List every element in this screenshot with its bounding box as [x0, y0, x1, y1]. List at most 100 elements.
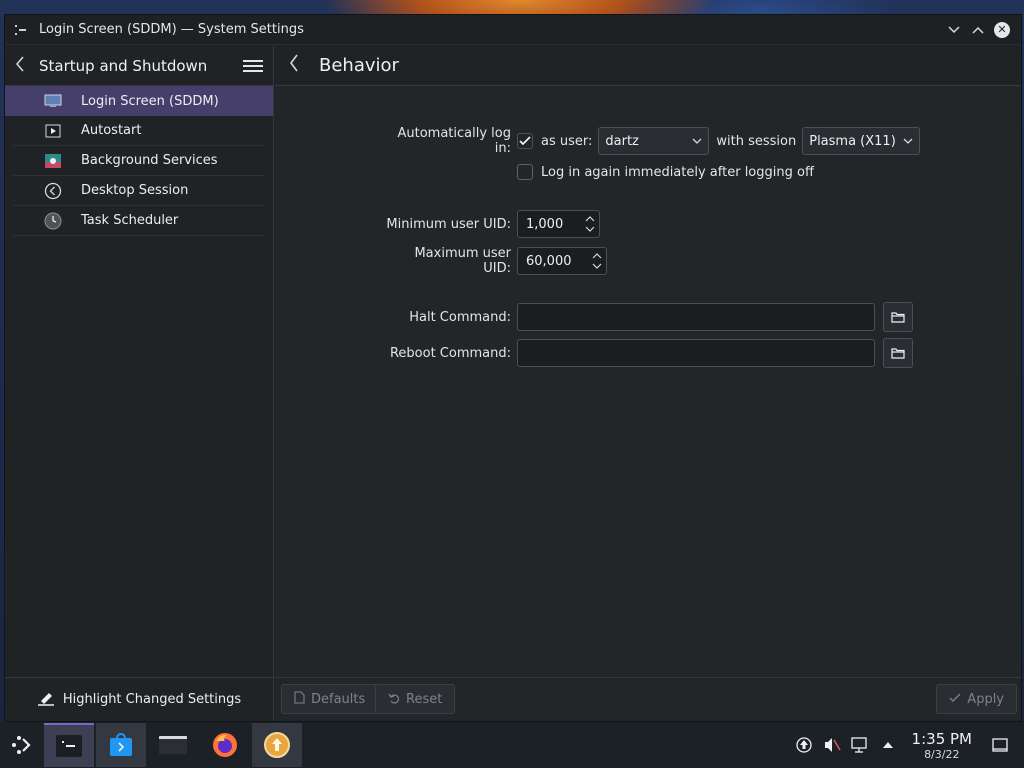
page-title: Behavior [319, 55, 399, 76]
highlight-changed-settings-label: Highlight Changed Settings [62, 692, 242, 707]
spin-arrows-icon[interactable] [585, 214, 595, 234]
max-uid-value: 60,000 [526, 253, 572, 269]
session-icon [43, 182, 63, 200]
document-icon [294, 691, 305, 707]
sidebar-item-label: Desktop Session [81, 183, 189, 198]
apply-label: Apply [967, 691, 1004, 707]
relogin-row: Log in again immediately after logging o… [517, 164, 814, 180]
sidebar-item-autostart[interactable]: Autostart [13, 116, 265, 146]
taskbar-system-settings[interactable] [44, 723, 94, 767]
min-uid-value: 1,000 [526, 216, 564, 232]
close-icon: ✕ [994, 21, 1010, 38]
halt-command-row: Halt Command: [383, 302, 913, 332]
autologin-label: Automatically log in: [397, 126, 511, 156]
taskbar-firefox[interactable] [200, 723, 250, 767]
updates-tray-icon[interactable] [790, 737, 818, 753]
defaults-button[interactable]: Defaults [281, 684, 379, 714]
firefox-icon [213, 733, 237, 757]
reboot-command-row: Reboot Command: [383, 338, 913, 368]
reboot-command-input[interactable] [517, 339, 875, 367]
apply-button[interactable]: Apply [936, 684, 1017, 714]
sidebar-item-label: Task Scheduler [81, 213, 179, 228]
min-uid-spinbox[interactable]: 1,000 [517, 210, 600, 238]
launcher-icon [12, 736, 31, 754]
minimize-button[interactable] [943, 19, 965, 41]
update-icon [264, 732, 290, 758]
as-user-label: as user: [541, 133, 593, 149]
taskbar-updater[interactable] [252, 723, 302, 767]
clock-icon [43, 212, 63, 230]
sidebar-heading: Startup and Shutdown [39, 56, 208, 75]
action-bar: Defaults Reset Apply [275, 677, 1021, 721]
taskbar-file-manager[interactable] [148, 723, 198, 767]
sidebar-item-background-services[interactable]: Background Services [13, 146, 265, 176]
max-uid-row: Maximum user UID: 60,000 [383, 246, 607, 276]
reset-label: Reset [406, 691, 443, 707]
discover-store-icon [110, 733, 132, 756]
sidebar-item-label: Autostart [81, 123, 142, 138]
user-select[interactable]: dartz [598, 127, 710, 155]
session-select-value: Plasma (X11) [809, 133, 896, 149]
volume-muted-icon[interactable] [818, 737, 846, 753]
sidebar-item-login-screen[interactable]: Login Screen (SDDM) [5, 86, 273, 116]
halt-command-input[interactable] [517, 303, 875, 331]
relogin-label: Log in again immediately after logging o… [541, 164, 814, 180]
checkmark-icon [519, 136, 531, 146]
relogin-checkbox[interactable] [517, 164, 533, 180]
undo-icon [388, 692, 400, 707]
highlight-changed-settings-button[interactable]: Highlight Changed Settings [5, 677, 273, 721]
monitor-icon [43, 92, 63, 110]
system-settings-app-icon [13, 22, 29, 38]
system-tray: 1:35 PM 8/3/22 [790, 722, 1024, 768]
services-icon [43, 152, 63, 170]
show-desktop-icon[interactable] [986, 738, 1014, 752]
clock-time: 1:35 PM [911, 729, 972, 748]
with-session-label: with session [716, 133, 797, 149]
autologin-checkbox[interactable] [517, 133, 533, 149]
autostart-icon [43, 122, 63, 140]
system-settings-window: Login Screen (SDDM) — System Settings ✕ … [4, 14, 1022, 722]
min-uid-row: Minimum user UID: 1,000 [383, 210, 600, 238]
application-launcher-button[interactable] [0, 723, 42, 767]
hamburger-menu-icon[interactable] [243, 59, 263, 72]
network-icon[interactable] [846, 737, 874, 753]
sidebar-header: Startup and Shutdown [5, 46, 273, 86]
chevron-down-icon [692, 136, 702, 147]
sidebar-item-label: Background Services [81, 153, 218, 168]
session-select[interactable]: Plasma (X11) [802, 127, 921, 155]
autologin-row: Automatically log in: as user: dartz wit… [383, 126, 921, 156]
sidebar-item-desktop-session[interactable]: Desktop Session [13, 176, 265, 206]
halt-browse-button[interactable] [883, 302, 913, 332]
folder-icon [159, 736, 187, 754]
user-select-value: dartz [605, 133, 639, 149]
window-titlebar[interactable]: Login Screen (SDDM) — System Settings ✕ [5, 15, 1021, 45]
halt-command-label: Halt Command: [409, 309, 511, 325]
back-arrow-icon[interactable] [289, 54, 315, 77]
reboot-browse-button[interactable] [883, 338, 913, 368]
chevron-down-icon [903, 136, 913, 147]
max-uid-spinbox[interactable]: 60,000 [517, 247, 607, 275]
sidebar: Startup and Shutdown Login Screen (SDDM)… [5, 46, 274, 721]
highlighter-icon [37, 690, 55, 710]
sidebar-item-task-scheduler[interactable]: Task Scheduler [13, 206, 265, 236]
tray-expand-icon[interactable] [874, 741, 902, 749]
max-uid-label: Maximum user UID: [414, 246, 511, 276]
maximize-button[interactable] [967, 19, 989, 41]
back-arrow-icon[interactable] [15, 56, 35, 76]
reset-button[interactable]: Reset [375, 684, 456, 714]
taskbar-discover[interactable] [96, 723, 146, 767]
min-uid-label: Minimum user UID: [386, 216, 511, 232]
reboot-command-label: Reboot Command: [389, 345, 511, 361]
digital-clock[interactable]: 1:35 PM 8/3/22 [912, 730, 972, 761]
folder-icon [891, 312, 905, 323]
spin-arrows-icon[interactable] [592, 251, 602, 271]
main-header: Behavior [275, 46, 1021, 86]
folder-icon [891, 348, 905, 359]
system-settings-icon [56, 735, 82, 757]
clock-date: 8/3/22 [924, 747, 960, 761]
taskbar: 1:35 PM 8/3/22 [0, 722, 1024, 768]
close-button[interactable]: ✕ [991, 19, 1013, 41]
defaults-label: Defaults [311, 691, 366, 707]
window-title: Login Screen (SDDM) — System Settings [39, 22, 304, 37]
sidebar-item-label: Login Screen (SDDM) [81, 93, 219, 109]
